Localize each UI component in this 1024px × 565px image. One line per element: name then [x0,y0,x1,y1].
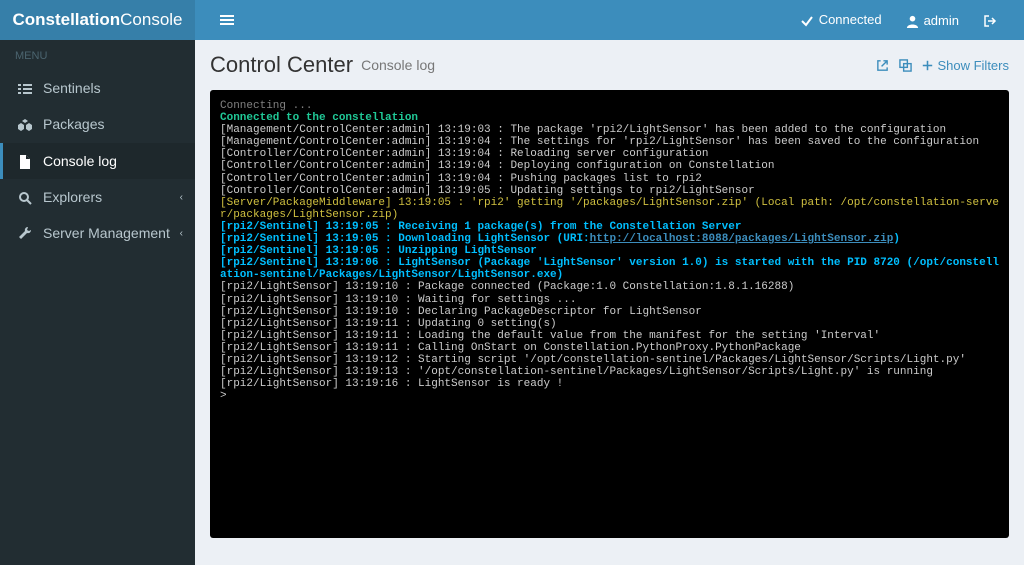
content-header: Control Center Console log Show Filters [210,52,1009,78]
page-actions: Show Filters [876,58,1009,73]
logout-icon [983,12,997,28]
content-area: Control Center Console log Show Filters … [195,40,1024,565]
console-line: [rpi2/LightSensor] 13:19:16 : LightSenso… [220,378,999,390]
console-link[interactable]: http://localhost:8088/packages/LightSens… [590,233,894,245]
open-external-button[interactable] [876,58,889,73]
console-line: [Server/PackageMiddleware] 13:19:05 : 'r… [220,197,999,221]
user-icon [906,12,919,28]
page-subtitle: Console log [361,57,435,73]
sidebar: MENU Sentinels Packages Console log Expl… [0,40,195,565]
user-label: admin [924,13,959,28]
console-line: [rpi2/LightSensor] 13:19:13 : '/opt/cons… [220,366,999,378]
header-toolbar: Connected admin [195,6,1024,34]
copy-icon [899,59,912,72]
show-filters-button[interactable]: Show Filters [922,58,1009,73]
sidebar-item-label: Server Management [43,225,170,241]
console-line: [rpi2/Sentinel] 13:19:06 : LightSensor (… [220,257,999,281]
cubes-icon [15,116,35,132]
console-line: [Management/ControlCenter:admin] 13:19:0… [220,124,999,136]
console-line: [Management/ControlCenter:admin] 13:19:0… [220,136,999,148]
console-line: [rpi2/Sentinel] 13:19:05 : Downloading L… [220,233,999,245]
user-menu[interactable]: admin [894,12,971,28]
copy-button[interactable] [899,58,912,73]
console-line: [rpi2/LightSensor] 13:19:11 : Calling On… [220,342,999,354]
console-output[interactable]: Connecting ...Connected to the constella… [210,90,1009,538]
console-line: [rpi2/LightSensor] 13:19:12 : Starting s… [220,354,999,366]
brand-light: Console [120,10,182,29]
chevron-left-icon: ‹ [180,192,183,203]
console-line: [rpi2/LightSensor] 13:19:11 : Loading th… [220,330,999,342]
console-line: [rpi2/LightSensor] 13:19:10 : Waiting fo… [220,294,999,306]
wrench-icon [15,225,35,241]
connected-label: Connected [819,12,882,27]
menu-toggle-button[interactable] [210,6,244,34]
console-line: [Controller/ControlCenter:admin] 13:19:0… [220,148,999,160]
console-line: [rpi2/LightSensor] 13:19:10 : Declaring … [220,306,999,318]
plus-icon [922,60,933,71]
show-filters-label: Show Filters [937,58,1009,73]
console-line: Connected to the constellation [220,112,999,124]
bars-icon [220,13,234,27]
sidebar-item-server-management[interactable]: Server Management ‹ [0,215,195,251]
chevron-left-icon: ‹ [180,228,183,239]
sidebar-item-console-log[interactable]: Console log [0,143,195,179]
console-line: [rpi2/LightSensor] 13:19:10 : Package co… [220,281,999,293]
sidebar-item-packages[interactable]: Packages [0,106,195,142]
page-title: Control Center [210,52,353,78]
sidebar-item-label: Sentinels [43,80,101,96]
console-line: [rpi2/Sentinel] 13:19:05 : Receiving 1 p… [220,221,999,233]
console-line: [rpi2/LightSensor] 13:19:11 : Updating 0… [220,318,999,330]
file-icon [15,153,35,169]
console-line: [Controller/ControlCenter:admin] 13:19:0… [220,160,999,172]
list-icon [15,80,35,96]
sidebar-menu-label: MENU [0,40,195,70]
connection-status: Connected [788,12,894,28]
check-icon [800,12,814,28]
console-line: [Controller/ControlCenter:admin] 13:19:0… [220,173,999,185]
console-line: [Controller/ControlCenter:admin] 13:19:0… [220,185,999,197]
sidebar-item-label: Packages [43,116,104,132]
sidebar-item-label: Explorers [43,189,102,205]
sidebar-item-explorers[interactable]: Explorers ‹ [0,179,195,215]
search-icon [15,189,35,205]
sidebar-item-sentinels[interactable]: Sentinels [0,70,195,106]
sidebar-item-label: Console log [43,153,117,169]
brand-logo[interactable]: ConstellationConsole [0,0,195,40]
main-wrapper: MENU Sentinels Packages Console log Expl… [0,40,1024,565]
console-line: [rpi2/Sentinel] 13:19:05 : Unzipping Lig… [220,245,999,257]
console-line: > [220,390,999,402]
logout-button[interactable] [971,12,1009,28]
console-line: Connecting ... [220,100,999,112]
external-link-icon [876,59,889,72]
top-header: ConstellationConsole Connected admin [0,0,1024,40]
brand-bold: Constellation [12,10,120,29]
